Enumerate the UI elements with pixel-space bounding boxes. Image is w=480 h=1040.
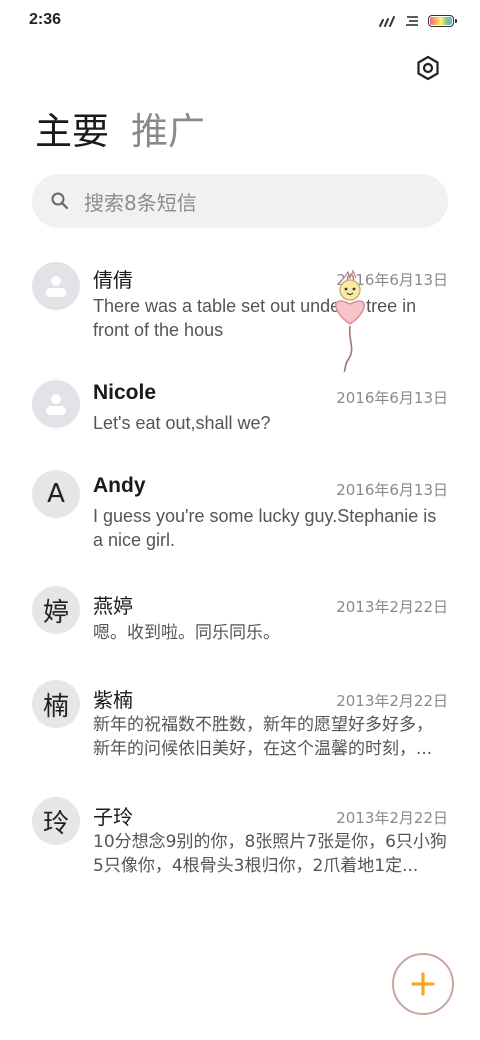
person-icon: [46, 394, 66, 415]
message-preview: 嗯。收到啦。同乐同乐。: [93, 623, 280, 643]
contact-name: Nicole: [93, 381, 157, 404]
contact-name: 紫楠: [93, 688, 133, 712]
search-icon: [51, 192, 69, 210]
person-icon: [46, 276, 66, 297]
conversation-item[interactable]: A Andy 2016年6月13日 I guess you're some lu…: [0, 470, 480, 570]
tab-promotions[interactable]: 推广: [131, 108, 205, 156]
conversation-item[interactable]: 玲 子玲 2013年2月22日 10分想念9别的你，8张照片7张是你，6只小狗5…: [0, 797, 480, 893]
battery-icon: [428, 15, 457, 27]
contact-name: 倩倩: [93, 268, 133, 292]
message-date: 2013年2月22日: [336, 809, 448, 827]
avatar-letter: 玲: [32, 797, 80, 845]
avatar-letter: A: [32, 470, 80, 518]
contact-name: 燕婷: [93, 594, 133, 618]
avatar-letter: 楠: [32, 680, 80, 728]
conversation-item[interactable]: Nicole 2016年6月13日 Let's eat out,shall we…: [0, 376, 480, 456]
message-date: 2016年6月13日: [336, 481, 448, 499]
status-time: 2:36: [29, 11, 62, 28]
settings-icon: [417, 55, 439, 81]
new-message-button[interactable]: [392, 953, 454, 1015]
conversation-item[interactable]: 倩倩 2016年6月13日 There was a table set out …: [0, 258, 480, 364]
search-input[interactable]: 搜索8条短信: [32, 174, 448, 228]
wifi-icon: [406, 16, 418, 26]
message-date: 2016年6月13日: [336, 389, 448, 407]
signal-icon: [379, 16, 395, 27]
balloon-sticker-icon: [335, 269, 365, 372]
message-date: 2013年2月22日: [336, 692, 448, 710]
search-placeholder: 搜索8条短信: [84, 190, 197, 215]
plus-icon: [411, 972, 435, 996]
avatar: [32, 262, 80, 310]
message-preview: Let's eat out,shall we?: [93, 413, 271, 433]
avatar-letter: 婷: [32, 586, 80, 634]
contact-name: Andy: [93, 474, 146, 497]
message-preview: 10分想念9别的你，8张照片7张是你，6只小狗5只像你，4根骨头3根归你，2爪着…: [93, 832, 447, 876]
message-preview: I guess you're some lucky guy.Stephanie …: [93, 506, 437, 550]
message-preview: There was a table set out under a tree i…: [93, 296, 417, 340]
message-date: 2013年2月22日: [336, 598, 448, 616]
message-preview: 新年的祝福数不胜数，新年的愿望好多好多，新年的问候依旧美好，在这个温馨的时刻，.…: [93, 715, 433, 759]
status-icons: [378, 12, 457, 30]
tab-bar: 主要 推广: [35, 108, 205, 156]
tab-primary[interactable]: 主要: [35, 108, 109, 156]
avatar: [32, 380, 80, 428]
settings-button[interactable]: [412, 52, 444, 84]
contact-name: 子玲: [93, 805, 133, 829]
status-bar: 2:36: [0, 0, 480, 40]
conversation-item[interactable]: 楠 紫楠 2013年2月22日 新年的祝福数不胜数，新年的愿望好多好多，新年的问…: [0, 680, 480, 776]
conversation-item[interactable]: 婷 燕婷 2013年2月22日 嗯。收到啦。同乐同乐。: [0, 586, 480, 656]
